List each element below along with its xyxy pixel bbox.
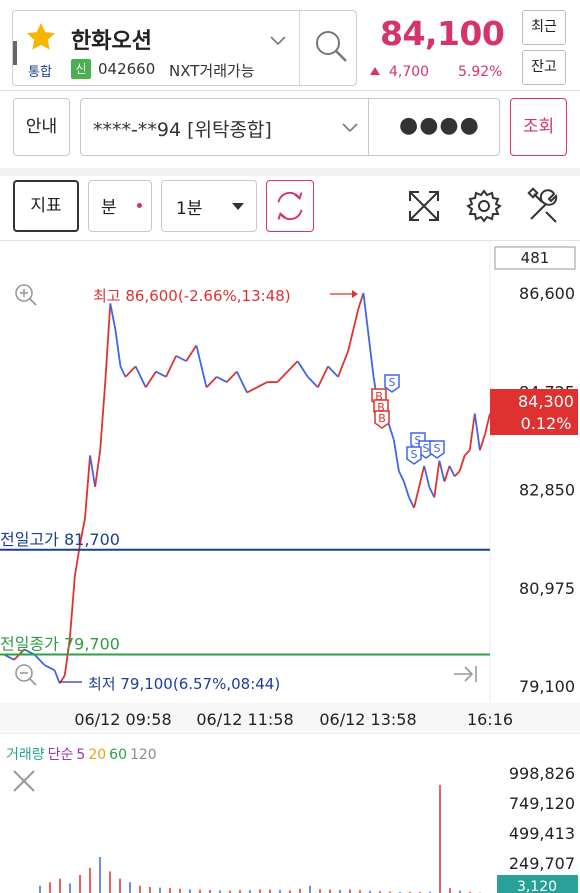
time-tick-label: 06/12 11:58 [196,710,293,729]
price-chart[interactable]: SBBBSS SS 전일고가 81,700 전일종가 79,700 최고 86,6… [0,241,580,893]
stock-selector[interactable]: 한화오션 통합 신 042660 NXT거래가능 [12,10,357,86]
current-price-tag: 84,300 [518,392,574,411]
price-axis: 86,60084,72582,85080,97579,100 [519,284,575,696]
price-tick-label: 80,975 [519,579,575,598]
price-change-pct: 5.92% [458,64,503,80]
volume-legend-item: 거래량 [6,747,45,763]
refresh-button[interactable] [266,180,314,232]
low-annotation: 최저 79,100(6.57%,08:44) [88,675,280,693]
high-annotation: 최고 86,600(-2.66%,13:48) [93,287,291,305]
divider [299,11,300,85]
volume-legend-item: 5 [76,747,86,763]
expand-icon[interactable] [402,184,446,228]
volume-legend-item: 단순 [47,747,74,763]
volume-legend-item: 120 [129,747,157,763]
password-field[interactable]: ●●●● [399,113,480,138]
volume-tick-label: 249,707 [509,854,575,873]
divider [368,99,369,155]
divider [0,168,580,176]
account-number[interactable]: ****-**94 [위탁종합] [93,115,272,142]
chevron-down-icon[interactable] [268,33,288,49]
unit-dot [137,203,142,208]
current-pct-tag: 0.12% [521,414,572,433]
guide-button[interactable]: 안내 [13,98,70,156]
recent-button[interactable]: 최근 [522,10,566,45]
svg-text:S: S [411,448,418,461]
volume-bars [39,784,481,893]
svg-text:S: S [423,442,430,455]
price-tick-label: 79,100 [519,677,575,696]
stock-name[interactable]: 한화오션 [71,23,152,55]
unit-label: 분 [101,198,117,218]
svg-text:B: B [378,412,386,425]
nxt-label: NXT거래가능 [169,62,255,80]
svg-text:S: S [434,442,441,455]
gear-icon[interactable] [462,184,506,228]
chevron-down-icon[interactable] [341,121,359,135]
time-tick-label: 06/12 09:58 [74,710,171,729]
tools-icon[interactable] [522,184,566,228]
chart-plot-area [0,241,490,701]
search-icon[interactable] [311,26,351,66]
volume-legend-item: 60 [109,747,127,763]
price-change: 4,700 [389,64,430,80]
close-icon[interactable] [13,770,35,792]
side-handle [13,41,17,65]
indicator-button[interactable]: 지표 [13,180,79,232]
query-button[interactable]: 조회 [510,98,567,156]
prev-high-label: 전일고가 81,700 [0,530,120,549]
up-arrow-icon [370,67,380,75]
caret-down-icon [232,203,244,210]
price-tick-label: 82,850 [519,481,575,500]
volume-tick-label: 998,826 [509,764,575,783]
refresh-icon [277,191,303,221]
price-tick-label: 86,600 [519,284,575,303]
period-select[interactable]: 1분 [161,180,257,232]
current-price: 84,100 [380,14,505,53]
star-icon[interactable] [25,21,57,53]
volume-current-tag: 3,120 [517,879,557,893]
time-tick-label: 06/12 13:58 [319,710,416,729]
volume-axis: 998,826 749,120 499,413 249,707 [509,764,575,873]
divider [0,90,580,91]
prev-close-label: 전일종가 79,700 [0,635,120,654]
volume-legend[interactable]: 거래량 단순 5 20 60 120 [6,744,160,764]
nxt-badge: 신 [71,59,91,79]
svg-text:S: S [389,376,396,389]
visible-count: 481 [521,249,550,267]
time-tick-label: 16:16 [467,710,513,729]
balance-button[interactable]: 잔고 [522,50,566,85]
market-label: 통합 [28,65,52,80]
volume-tick-label: 749,120 [509,794,575,813]
volume-legend-item: 20 [88,747,107,763]
stock-code: 042660 [98,60,156,78]
account-selector[interactable]: ****-**94 [위탁종합] ●●●● [80,98,500,156]
period-label: 1분 [176,199,203,219]
volume-tick-label: 499,413 [509,824,575,843]
unit-button[interactable]: 분 [88,180,152,232]
chart-gridlines [0,241,491,701]
